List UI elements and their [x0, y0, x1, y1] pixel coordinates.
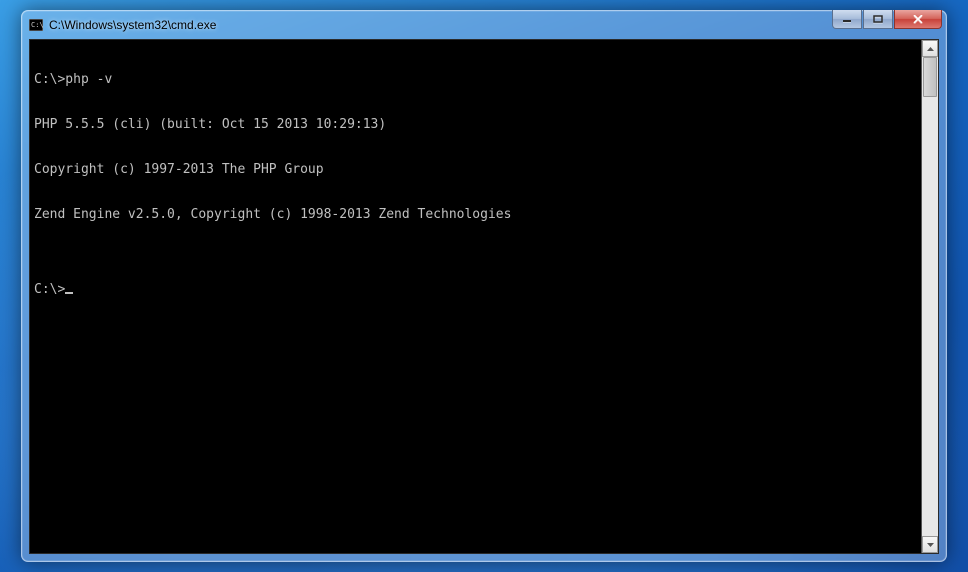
maximize-icon [873, 15, 883, 23]
terminal-prompt: C:\> [34, 282, 917, 297]
chevron-up-icon [927, 47, 934, 51]
terminal-line: Copyright (c) 1997-2013 The PHP Group [34, 162, 917, 177]
minimize-icon [842, 15, 852, 23]
scrollbar-thumb[interactable] [923, 57, 937, 97]
terminal-line: Zend Engine v2.5.0, Copyright (c) 1998-2… [34, 207, 917, 222]
scroll-down-button[interactable] [922, 536, 938, 553]
cmd-window: C:\ C:\Windows\system32\cmd.exe [21, 10, 947, 562]
vertical-scrollbar[interactable] [921, 40, 938, 553]
terminal-output[interactable]: C:\>php -v PHP 5.5.5 (cli) (built: Oct 1… [30, 40, 921, 553]
client-area: C:\>php -v PHP 5.5.5 (cli) (built: Oct 1… [29, 39, 939, 554]
window-controls [832, 10, 942, 29]
cursor-icon [65, 292, 73, 294]
titlebar[interactable]: C:\ C:\Windows\system32\cmd.exe [22, 11, 946, 39]
terminal-line: PHP 5.5.5 (cli) (built: Oct 15 2013 10:2… [34, 117, 917, 132]
cmd-icon: C:\ [28, 17, 44, 33]
scroll-up-button[interactable] [922, 40, 938, 57]
maximize-button[interactable] [863, 10, 893, 29]
window-title: C:\Windows\system32\cmd.exe [49, 18, 940, 32]
minimize-button[interactable] [832, 10, 862, 29]
prompt-text: C:\> [34, 282, 65, 297]
close-icon [913, 15, 923, 23]
close-button[interactable] [894, 10, 942, 29]
svg-text:C:\: C:\ [31, 21, 43, 29]
terminal-line: C:\>php -v [34, 72, 917, 87]
scrollbar-track[interactable] [922, 57, 938, 536]
chevron-down-icon [927, 543, 934, 547]
